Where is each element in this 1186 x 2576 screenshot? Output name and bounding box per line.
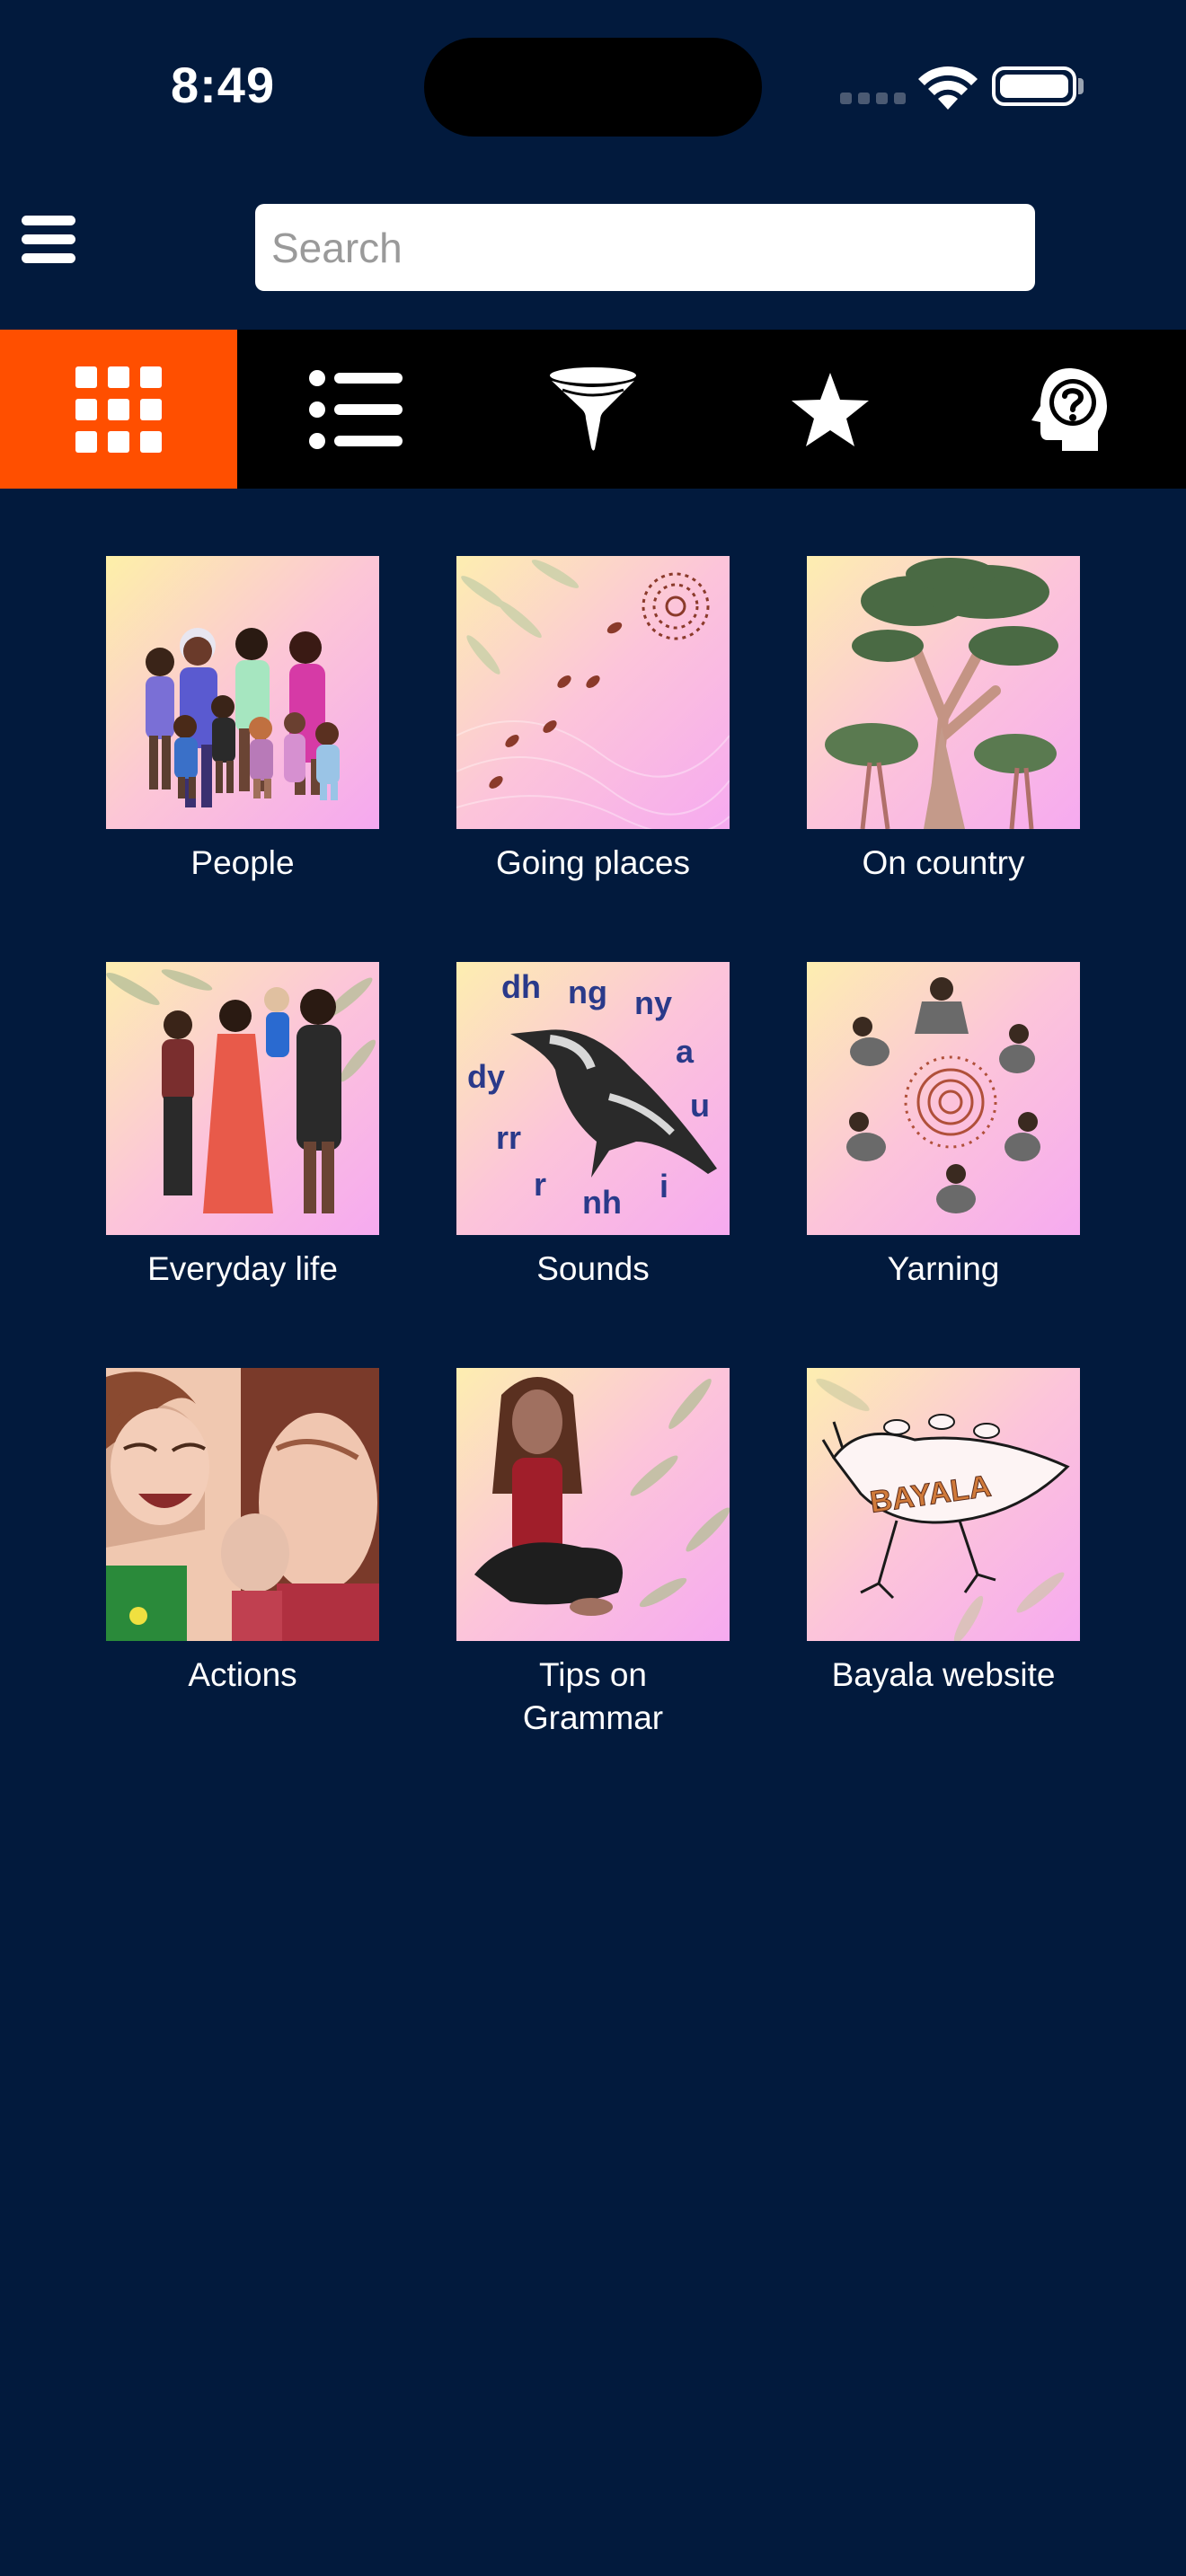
tile-label: Sounds	[536, 1250, 650, 1287]
sounds-illustration: dh ng ny a dy u rr r nh i	[456, 962, 730, 1235]
going-places-illustration	[456, 556, 730, 829]
bayala-website-illustration: BAYALA	[807, 1368, 1080, 1641]
category-tile-on-country[interactable]: On country	[807, 556, 1080, 885]
sound-letter: rr	[496, 1119, 521, 1156]
status-time: 8:49	[171, 57, 276, 113]
sound-letter: dy	[467, 1058, 505, 1095]
tile-label: Actions	[188, 1656, 297, 1693]
tile-label: Bayala website	[831, 1656, 1056, 1693]
sound-letter: u	[690, 1087, 710, 1124]
category-tile-yarning[interactable]: Yarning	[807, 962, 1080, 1291]
tile-label: On country	[862, 844, 1025, 881]
battery-icon	[992, 66, 1076, 106]
sound-letter: i	[659, 1168, 668, 1204]
list-icon	[309, 369, 403, 449]
grid-icon	[75, 366, 162, 453]
category-tile-everyday-life[interactable]: Everyday life	[106, 962, 379, 1291]
sound-letter: ny	[634, 984, 672, 1021]
help-button[interactable]	[949, 330, 1186, 489]
tile-label: People	[190, 844, 295, 881]
category-tile-going-places[interactable]: Going places	[456, 556, 730, 885]
filter-funnel-icon	[550, 366, 636, 451]
cellular-signal-icon	[840, 93, 912, 109]
status-bar: 8:49	[0, 0, 1186, 171]
category-tile-bayala-website[interactable]: BAYALA Bayala website	[807, 1368, 1080, 1697]
tile-label: Tips on Grammar	[522, 1656, 664, 1736]
list-view-button[interactable]	[237, 330, 474, 489]
grid-view-button[interactable]	[0, 330, 237, 489]
people-illustration	[106, 556, 379, 829]
actions-illustration	[106, 1368, 379, 1641]
search-input[interactable]	[255, 204, 1035, 291]
sound-letter: a	[676, 1033, 695, 1070]
battery-nub	[1078, 78, 1084, 94]
hamburger-menu-icon[interactable]	[22, 216, 77, 266]
wifi-icon	[918, 66, 978, 110]
sound-letter: r	[534, 1166, 546, 1203]
tips-on-grammar-illustration	[456, 1368, 730, 1641]
category-tile-actions[interactable]: Actions	[106, 1368, 379, 1697]
category-tile-people[interactable]: People	[106, 556, 379, 885]
dynamic-island	[424, 38, 762, 137]
help-head-icon	[1031, 367, 1107, 451]
sound-letter: nh	[582, 1184, 622, 1221]
category-tile-sounds[interactable]: dh ng ny a dy u rr r nh i Sounds	[456, 962, 730, 1291]
sound-letter: dh	[501, 968, 541, 1005]
favourites-button[interactable]	[712, 330, 949, 489]
category-tile-tips-on-grammar[interactable]: Tips on Grammar	[456, 1368, 730, 1740]
yarning-illustration	[807, 962, 1080, 1235]
star-icon	[792, 372, 869, 446]
filter-button[interactable]	[474, 330, 712, 489]
everyday-life-illustration	[106, 962, 379, 1235]
sound-letter: ng	[568, 974, 607, 1010]
on-country-illustration	[807, 556, 1080, 829]
tile-label: Everyday life	[147, 1250, 338, 1287]
tile-label: Yarning	[887, 1250, 1000, 1287]
view-toolbar	[0, 330, 1186, 489]
tile-label: Going places	[496, 844, 690, 881]
